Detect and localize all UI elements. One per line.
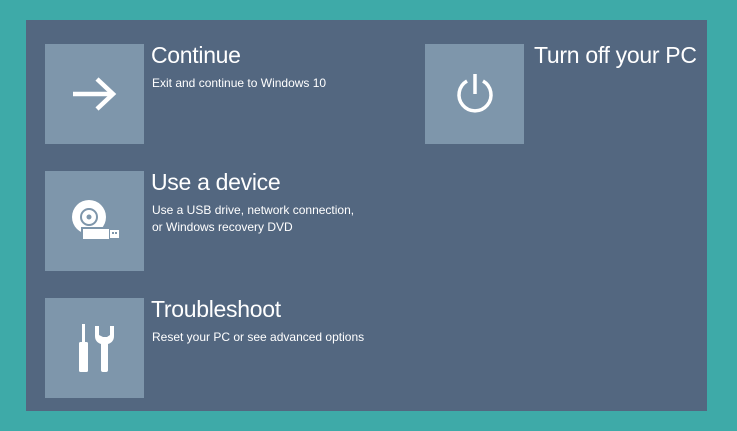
troubleshoot-title: Troubleshoot <box>151 296 281 322</box>
continue-description: Exit and continue to Windows 10 <box>152 76 327 90</box>
use-a-device-option[interactable]: Use a device Use a USB drive, network co… <box>45 169 385 271</box>
continue-tile[interactable] <box>45 44 144 144</box>
troubleshoot-description: Reset your PC or see advanced options <box>152 330 365 344</box>
usb-disc-icon <box>71 200 121 240</box>
power-icon <box>456 74 493 113</box>
choose-option-panel: Continue Exit and continue to Windows 10… <box>26 20 707 411</box>
turn-off-option[interactable]: Turn off your PC <box>425 42 705 144</box>
continue-title: Continue <box>151 42 241 68</box>
turn-off-title: Turn off your PC <box>534 42 697 68</box>
troubleshoot-tile[interactable] <box>45 298 144 398</box>
continue-option[interactable]: Continue Exit and continue to Windows 10 <box>45 42 385 144</box>
troubleshoot-option[interactable]: Troubleshoot Reset your PC or see advanc… <box>45 296 385 398</box>
arrow-right-icon <box>72 77 116 111</box>
use-a-device-tile[interactable] <box>45 171 144 271</box>
turn-off-tile[interactable] <box>425 44 524 144</box>
use-a-device-description: Use a USB drive, network connection, or … <box>152 203 355 234</box>
use-a-device-title: Use a device <box>151 169 281 195</box>
tools-icon <box>78 324 114 372</box>
